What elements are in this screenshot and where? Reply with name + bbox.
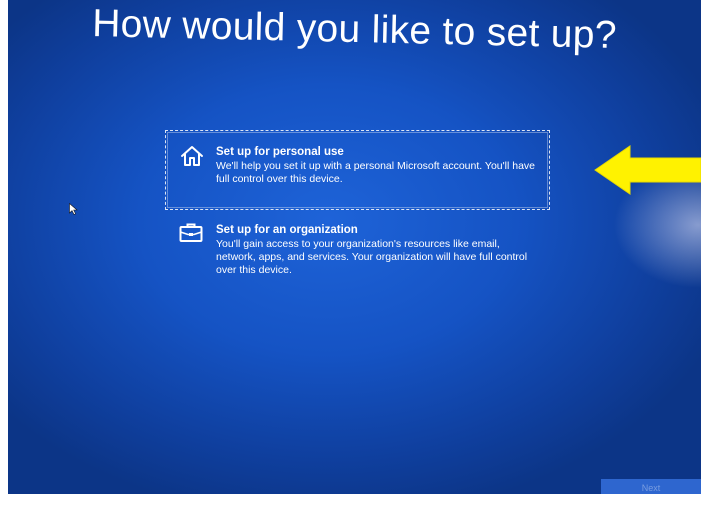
personal-use-option[interactable]: Set up for personal use We'll help you s… — [165, 130, 550, 210]
mouse-pointer-icon — [69, 203, 78, 215]
yellow-arrow-icon — [594, 145, 701, 195]
next-button[interactable]: Next — [601, 479, 701, 494]
home-icon — [181, 146, 203, 166]
organization-description: You'll gain access to your organization'… — [216, 238, 528, 276]
setup-screen: How would you like to set up? Set up for… — [8, 0, 701, 494]
organization-option[interactable]: Set up for an organization You'll gain a… — [165, 214, 550, 286]
briefcase-icon — [179, 223, 203, 242]
personal-use-title: Set up for personal use — [216, 146, 344, 158]
page-title: How would you like to set up? — [91, 2, 618, 57]
organization-title: Set up for an organization — [216, 224, 358, 236]
personal-use-description: We'll help you set it up with a personal… — [216, 160, 535, 185]
